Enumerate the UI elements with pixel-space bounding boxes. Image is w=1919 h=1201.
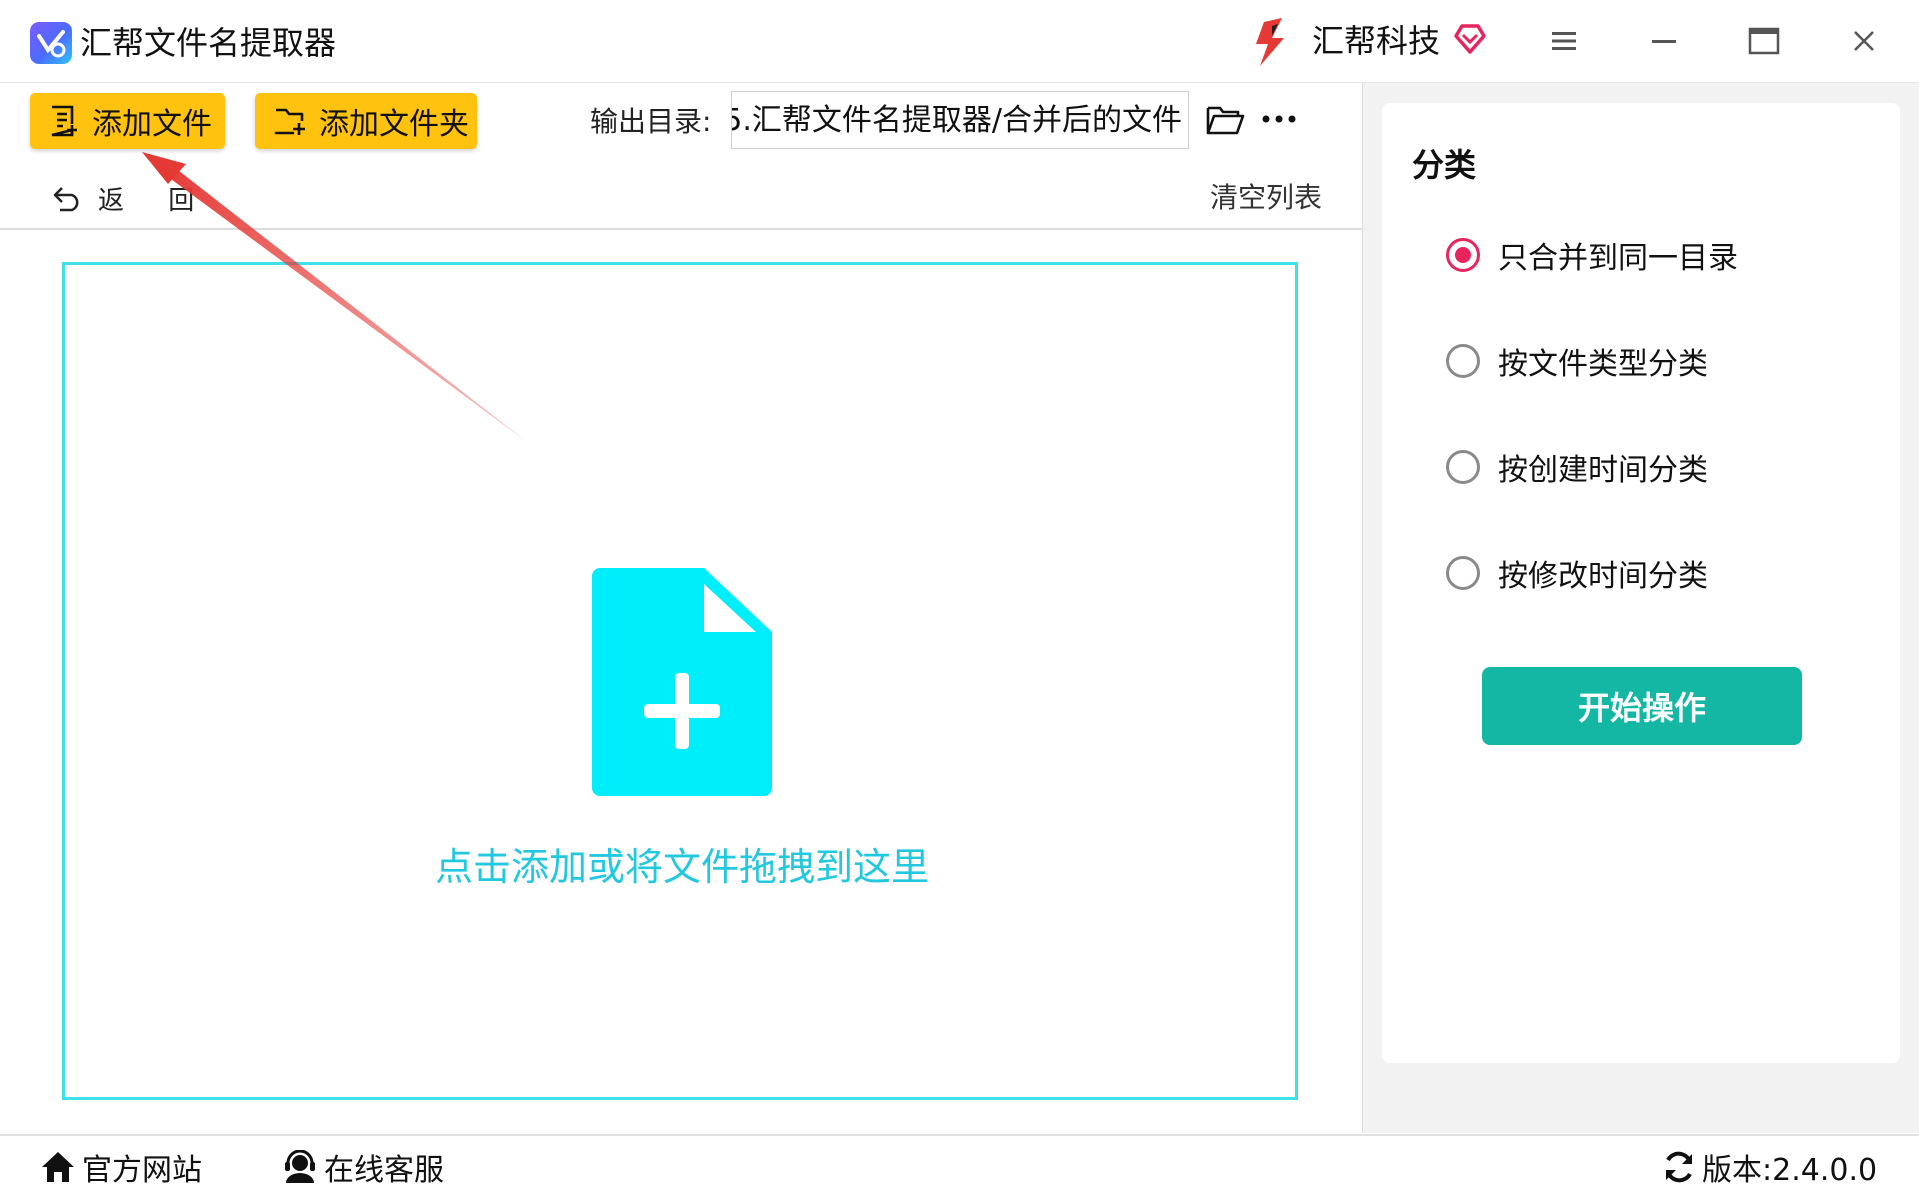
clear-list-button[interactable]: 清空列表 — [1210, 178, 1322, 218]
radio-label: 按修改时间分类 — [1498, 559, 1708, 594]
radio-unselected-icon — [1446, 344, 1480, 378]
output-dir-field[interactable]: F:/5.汇帮文件名提取器/合并后的文件 — [731, 91, 1189, 149]
add-folder-icon — [274, 108, 305, 135]
app-title: 汇帮文件名提取器 — [80, 24, 337, 62]
add-file-label: 添加文件 — [92, 107, 212, 142]
version-label: 版本:2.4.0.0 — [1702, 1153, 1878, 1188]
drop-hint-text: 点击添加或将文件拖拽到这里 — [434, 845, 929, 889]
website-label: 官方网站 — [82, 1153, 202, 1188]
file-add-icon[interactable] — [592, 568, 772, 796]
toolbar-divider — [0, 228, 1362, 230]
add-file-button[interactable]: 添加文件 — [30, 93, 225, 149]
version-info: 版本:2.4.0.0 — [1662, 1144, 1877, 1190]
maximize-icon[interactable] — [1740, 20, 1788, 62]
radio-label: 按文件类型分类 — [1498, 347, 1708, 382]
support-label: 在线客服 — [324, 1153, 444, 1188]
hamburger-menu-icon[interactable] — [1540, 20, 1588, 62]
add-file-icon — [51, 105, 77, 137]
app-logo-icon — [30, 22, 72, 64]
customer-service-icon — [285, 1150, 315, 1183]
heart-diamond-icon[interactable] — [1452, 20, 1488, 56]
output-dir-label: 输出目录: — [590, 105, 712, 138]
panel-title: 分类 — [1412, 146, 1477, 184]
home-icon — [42, 1152, 74, 1182]
brand-name: 汇帮科技 — [1312, 22, 1441, 60]
radio-selected-icon — [1446, 238, 1480, 272]
back-label: 返 回 — [98, 185, 213, 216]
add-folder-label: 添加文件夹 — [319, 107, 469, 142]
back-button[interactable]: 返 回 — [52, 178, 212, 218]
radio-unselected-icon — [1446, 450, 1480, 484]
refresh-icon[interactable] — [1662, 1150, 1696, 1184]
radio-label: 按创建时间分类 — [1498, 453, 1708, 488]
online-support-link[interactable]: 在线客服 — [282, 1144, 444, 1190]
folder-open-icon[interactable] — [1205, 102, 1245, 138]
minimize-icon[interactable] — [1640, 20, 1688, 62]
more-options-icon[interactable] — [1260, 104, 1298, 134]
official-website-link[interactable]: 官方网站 — [40, 1144, 202, 1190]
radio-label: 只合并到同一目录 — [1498, 241, 1738, 276]
output-dir-value: F:/5.汇帮文件名提取器/合并后的文件 — [731, 103, 1182, 138]
radio-by-modified-time[interactable]: 按修改时间分类 — [1446, 548, 1708, 598]
panel-divider — [1362, 83, 1363, 1133]
back-arrow-icon — [53, 187, 79, 212]
start-button[interactable]: 开始操作 — [1482, 667, 1802, 745]
radio-by-file-type[interactable]: 按文件类型分类 — [1446, 336, 1708, 386]
close-icon[interactable] — [1840, 20, 1888, 62]
radio-by-created-time[interactable]: 按创建时间分类 — [1446, 442, 1708, 492]
radio-merge-same-dir[interactable]: 只合并到同一目录 — [1446, 230, 1738, 280]
add-folder-button[interactable]: 添加文件夹 — [255, 93, 477, 149]
radio-unselected-icon — [1446, 556, 1480, 590]
brand-logo-icon — [1250, 16, 1296, 68]
